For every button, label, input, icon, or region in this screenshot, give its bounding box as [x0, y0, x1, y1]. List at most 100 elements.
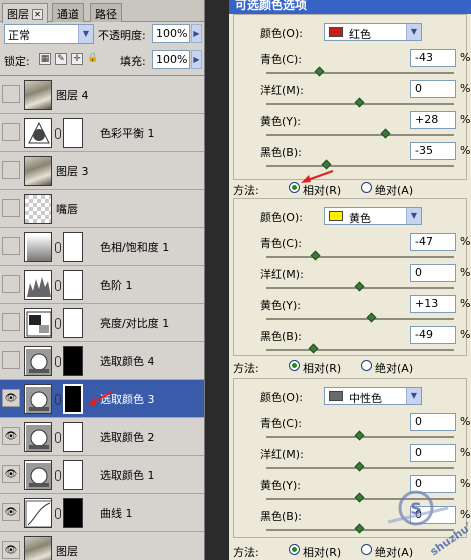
slider-value-input[interactable]: 0 — [410, 80, 456, 98]
absolute-radio[interactable] — [361, 544, 372, 555]
link-icon[interactable] — [55, 432, 61, 443]
chevron-down-icon[interactable]: ▼ — [78, 25, 93, 43]
link-icon[interactable] — [55, 318, 61, 329]
layer-mask-thumbnail[interactable] — [63, 498, 83, 528]
layer-row[interactable]: 选取颜色 4 — [0, 342, 204, 380]
layer-row[interactable]: 图层 4 — [0, 76, 204, 114]
lock-transparent-icon[interactable]: ▦ — [39, 53, 51, 65]
layer-mask-thumbnail[interactable] — [63, 308, 83, 338]
slider-handle[interactable] — [354, 461, 365, 472]
slider-value-input[interactable]: 0 — [410, 444, 456, 462]
layer-mask-thumbnail[interactable] — [63, 422, 83, 452]
eye-icon[interactable] — [2, 465, 20, 483]
photo-thumbnail — [24, 156, 52, 186]
absolute-radio[interactable] — [361, 360, 372, 371]
visibility-toggle[interactable] — [2, 199, 20, 217]
fill-input[interactable]: 100% — [152, 50, 190, 69]
lock-all-icon[interactable]: 🔒 — [87, 53, 99, 65]
slider-track[interactable] — [266, 134, 454, 136]
close-icon[interactable]: ✕ — [32, 9, 43, 20]
eye-icon[interactable] — [2, 427, 20, 445]
slider-handle[interactable] — [380, 128, 391, 139]
link-icon[interactable] — [55, 470, 61, 481]
visibility-toggle[interactable] — [2, 123, 20, 141]
opacity-arrow-icon[interactable]: ▶ — [191, 24, 202, 43]
visibility-toggle[interactable] — [2, 351, 20, 369]
layer-mask-thumbnail[interactable] — [63, 118, 83, 148]
slider-handle[interactable] — [366, 312, 377, 323]
layer-row[interactable]: 色彩平衡 1 — [0, 114, 204, 152]
slider-value-input[interactable]: 0 — [410, 413, 456, 431]
link-icon[interactable] — [55, 394, 61, 405]
layer-row[interactable]: 曲线 1 — [0, 494, 204, 532]
slider-handle[interactable] — [314, 66, 325, 77]
layer-row[interactable]: 图层 — [0, 532, 204, 560]
link-icon[interactable] — [55, 280, 61, 291]
layer-row[interactable]: 色阶 1 — [0, 266, 204, 304]
tab-channels[interactable]: 通道 — [52, 3, 84, 22]
slider-handle[interactable] — [354, 430, 365, 441]
layer-row[interactable]: 亮度/对比度 1 — [0, 304, 204, 342]
chevron-down-icon[interactable]: ▼ — [406, 388, 421, 404]
color-select[interactable]: 红色 ▼ — [324, 23, 422, 41]
slider-value-input[interactable]: +28 — [410, 111, 456, 129]
slider-value-input[interactable]: -47 — [410, 233, 456, 251]
layer-row[interactable]: 色相/饱和度 1 — [0, 228, 204, 266]
visibility-toggle[interactable] — [2, 275, 20, 293]
blend-mode-select[interactable]: 正常 ▼ — [4, 24, 94, 44]
tab-layers[interactable]: 图层 ✕ — [2, 3, 48, 23]
lock-image-icon[interactable]: ✎ — [55, 53, 67, 65]
slider-value-input[interactable]: -43 — [410, 49, 456, 67]
absolute-radio[interactable] — [361, 182, 372, 193]
eye-icon[interactable] — [2, 503, 20, 521]
relative-radio[interactable] — [289, 360, 300, 371]
link-icon[interactable] — [55, 242, 61, 253]
slider-handle[interactable] — [308, 343, 319, 354]
tab-paths[interactable]: 路径 — [90, 3, 122, 22]
slider-handle[interactable] — [354, 97, 365, 108]
adjust-slider-row: 黑色(B): -49% — [260, 326, 470, 357]
visibility-toggle[interactable] — [2, 161, 20, 179]
link-icon[interactable] — [55, 128, 61, 139]
layer-mask-thumbnail[interactable] — [63, 384, 83, 414]
relative-radio[interactable] — [289, 544, 300, 555]
layer-mask-thumbnail[interactable] — [63, 460, 83, 490]
slider-value-input[interactable]: -49 — [410, 326, 456, 344]
chevron-down-icon[interactable]: ▼ — [406, 208, 421, 224]
color-name: 红色 — [349, 28, 371, 41]
visibility-toggle[interactable] — [2, 313, 20, 331]
layer-row[interactable]: 图层 3 — [0, 152, 204, 190]
slider-track[interactable] — [266, 72, 454, 74]
opacity-input[interactable]: 100% — [152, 24, 190, 43]
slider-value-input[interactable]: 0 — [410, 264, 456, 282]
slider-track[interactable] — [266, 165, 454, 167]
slider-value-input[interactable]: -35 — [410, 142, 456, 160]
slider-value-input[interactable]: +13 — [410, 295, 456, 313]
slider-handle[interactable] — [310, 250, 321, 261]
layer-row[interactable]: 选取颜色 2 — [0, 418, 204, 456]
slider-handle[interactable] — [354, 281, 365, 292]
visibility-toggle[interactable] — [2, 237, 20, 255]
layer-mask-thumbnail[interactable] — [63, 346, 83, 376]
layer-row[interactable]: 嘴唇 — [0, 190, 204, 228]
color-select[interactable]: 黄色 ▼ — [324, 207, 422, 225]
link-icon[interactable] — [55, 508, 61, 519]
blend-mode-value: 正常 — [8, 29, 30, 42]
chevron-down-icon[interactable]: ▼ — [406, 24, 421, 40]
slider-track[interactable] — [266, 256, 454, 258]
slider-label: 黑色(B): — [260, 146, 302, 159]
color-select[interactable]: 中性色 ▼ — [324, 387, 422, 405]
link-icon[interactable] — [55, 356, 61, 367]
visibility-toggle[interactable] — [2, 85, 20, 103]
slider-handle[interactable] — [354, 523, 365, 534]
slider-track[interactable] — [266, 349, 454, 351]
layer-mask-thumbnail[interactable] — [63, 232, 83, 262]
slider-track[interactable] — [266, 318, 454, 320]
lock-position-icon[interactable]: ✛ — [71, 53, 83, 65]
fill-arrow-icon[interactable]: ▶ — [191, 50, 202, 69]
layer-mask-thumbnail[interactable] — [63, 270, 83, 300]
eye-icon[interactable] — [2, 389, 20, 407]
slider-handle[interactable] — [354, 492, 365, 503]
layer-row[interactable]: 选取颜色 1 — [0, 456, 204, 494]
eye-icon[interactable] — [2, 541, 20, 559]
